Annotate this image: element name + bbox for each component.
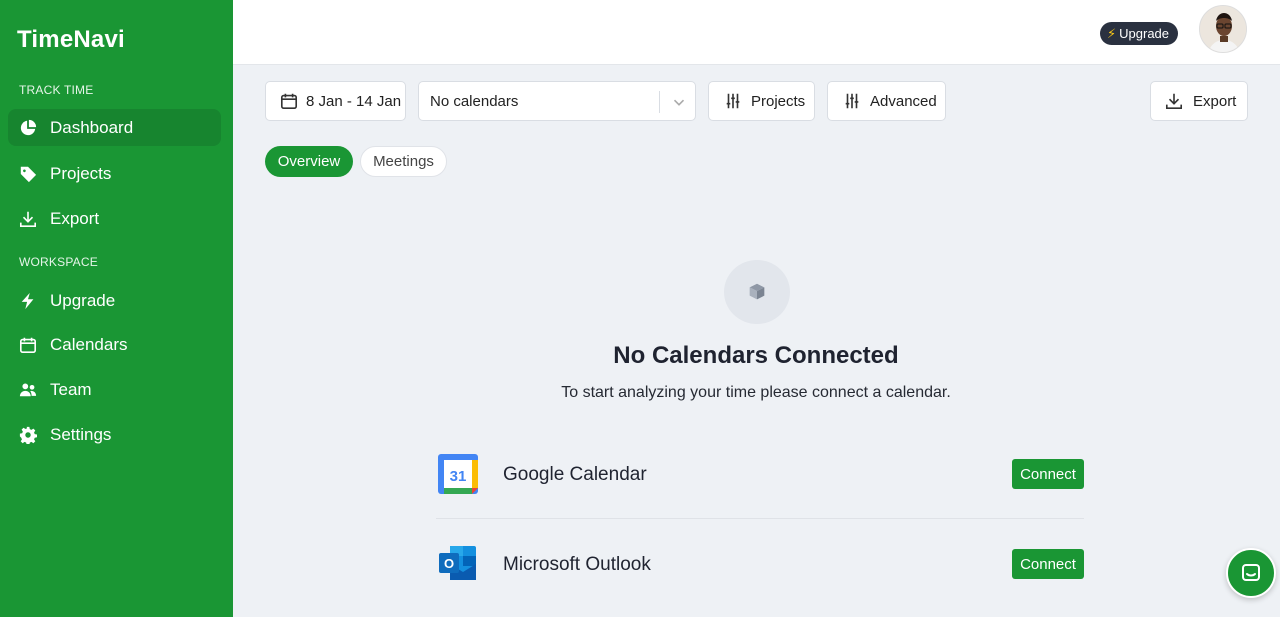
upgrade-pill-button[interactable]: ⚡ Upgrade xyxy=(1100,22,1179,45)
sidebar-item-label: Dashboard xyxy=(50,117,134,137)
sidebar-item-label: Team xyxy=(50,379,92,399)
projects-filter-label: Projects xyxy=(751,92,806,110)
calendar-icon xyxy=(18,335,38,355)
google-calendar-logo: 31 xyxy=(438,454,478,494)
export-button[interactable]: Export xyxy=(1150,81,1248,121)
sidebar-item-label: Export xyxy=(50,208,100,228)
sidebar-item-settings[interactable]: Settings xyxy=(8,416,221,453)
sidebar-item-calendars[interactable]: Calendars xyxy=(8,326,221,363)
provider-name: Google Calendar xyxy=(503,464,647,485)
section-label-workspace: WORKSPACE xyxy=(19,255,98,269)
users-icon xyxy=(18,380,38,400)
sidebar-item-export[interactable]: Export xyxy=(8,200,221,237)
sidebar-item-team[interactable]: Team xyxy=(8,371,221,408)
projects-filter-button[interactable]: Projects xyxy=(708,81,815,121)
tab-meetings[interactable]: Meetings xyxy=(360,146,447,177)
chat-icon xyxy=(1242,564,1260,581)
connect-outlook-button[interactable]: Connect xyxy=(1012,549,1084,579)
download-icon xyxy=(18,209,38,229)
gear-icon xyxy=(18,425,38,445)
sidebar-item-upgrade[interactable]: Upgrade xyxy=(8,282,221,319)
select-divider xyxy=(659,91,660,113)
calendar-icon xyxy=(280,93,298,110)
provider-name: Microsoft Outlook xyxy=(503,554,651,575)
tag-icon xyxy=(18,164,38,184)
bolt-icon xyxy=(18,291,38,311)
provider-microsoft-outlook: O Microsoft Outlook Connect xyxy=(436,534,1084,594)
chevron-down-icon xyxy=(673,99,685,106)
provider-google-calendar: 31 Google Calendar Connect xyxy=(436,444,1084,504)
calendar-select[interactable]: No calendars xyxy=(418,81,696,121)
sidebar-item-dashboard[interactable]: Dashboard xyxy=(8,109,221,146)
provider-divider xyxy=(436,518,1084,519)
download-icon xyxy=(1165,93,1183,110)
date-range-label: 8 Jan - 14 Jan xyxy=(306,92,402,110)
advanced-filter-label: Advanced xyxy=(870,92,937,110)
sidebar-item-projects[interactable]: Projects xyxy=(8,155,221,192)
outlook-badge: O xyxy=(444,556,454,571)
section-label-track-time: TRACK TIME xyxy=(19,83,94,97)
connect-google-button[interactable]: Connect xyxy=(1012,459,1084,489)
sidebar-item-label: Settings xyxy=(50,424,112,444)
google-calendar-badge: 31 xyxy=(450,468,467,485)
chat-support-button[interactable] xyxy=(1226,548,1276,598)
calendar-select-value: No calendars xyxy=(430,92,519,110)
sidebar: TimeNavi TRACK TIME Dashboard Projects E… xyxy=(0,0,233,617)
outlook-logo: O xyxy=(439,546,476,580)
tab-overview[interactable]: Overview xyxy=(265,146,353,177)
export-label: Export xyxy=(1193,92,1237,110)
cube-icon xyxy=(724,260,790,324)
app-logo[interactable]: TimeNavi xyxy=(17,26,125,54)
sidebar-item-label: Upgrade xyxy=(50,290,116,310)
advanced-filter-button[interactable]: Advanced xyxy=(827,81,946,121)
empty-state-subtitle: To start analyzing your time please conn… xyxy=(561,384,951,401)
avatar[interactable] xyxy=(1199,5,1247,53)
sidebar-item-label: Projects xyxy=(50,163,112,183)
bolt-icon: ⚡ xyxy=(1107,25,1117,41)
top-bar: ⚡ Upgrade xyxy=(233,0,1280,65)
pie-chart-icon xyxy=(18,118,38,138)
sidebar-item-label: Calendars xyxy=(50,334,128,354)
sliders-icon xyxy=(726,93,740,109)
empty-state-title: No Calendars Connected xyxy=(613,342,899,369)
date-range-button[interactable]: 8 Jan - 14 Jan xyxy=(265,81,406,121)
sliders-icon xyxy=(845,93,859,109)
upgrade-pill-label: Upgrade xyxy=(1119,26,1170,41)
